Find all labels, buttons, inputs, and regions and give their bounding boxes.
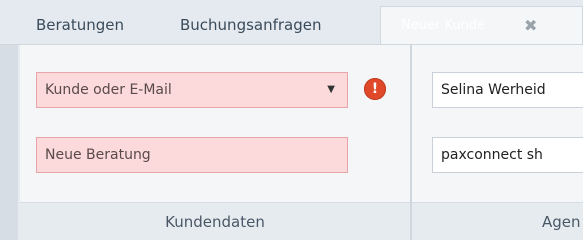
- tab-neuer-kunde-label: Neuer Kunde: [401, 18, 486, 33]
- group-label-kundendaten: Kundendaten: [20, 202, 410, 240]
- close-icon[interactable]: ✖: [524, 7, 537, 45]
- agent-shop-field[interactable]: paxconnect sh: [432, 137, 583, 173]
- agent-name-field[interactable]: Selina Werheid: [432, 72, 583, 108]
- tab-beratungen[interactable]: Beratungen: [26, 6, 134, 44]
- group-label-agent-text: Agen: [542, 213, 581, 231]
- customer-data-panel: Kunde oder E-Mail ▼ ! Neue Beratung Kund…: [20, 45, 410, 240]
- app-window: Beratungen Buchungsanfragen Neuer Kunde …: [0, 0, 583, 240]
- group-label-agent: Agen: [412, 202, 583, 240]
- customer-search-placeholder: Kunde oder E-Mail: [45, 82, 172, 98]
- chevron-down-icon[interactable]: ▼: [327, 73, 335, 107]
- error-icon: !: [364, 78, 386, 100]
- tab-buchungsanfragen[interactable]: Buchungsanfragen: [170, 6, 332, 44]
- tab-neuer-kunde[interactable]: Neuer Kunde ✖: [380, 6, 583, 44]
- new-consultation-placeholder: Neue Beratung: [45, 147, 151, 163]
- new-consultation-input[interactable]: Neue Beratung: [36, 137, 348, 173]
- tab-strip: Beratungen Buchungsanfragen Neuer Kunde …: [0, 0, 583, 45]
- customer-search-combobox[interactable]: Kunde oder E-Mail ▼: [36, 72, 348, 108]
- agent-panel: Selina Werheid paxconnect sh Agen: [412, 45, 583, 240]
